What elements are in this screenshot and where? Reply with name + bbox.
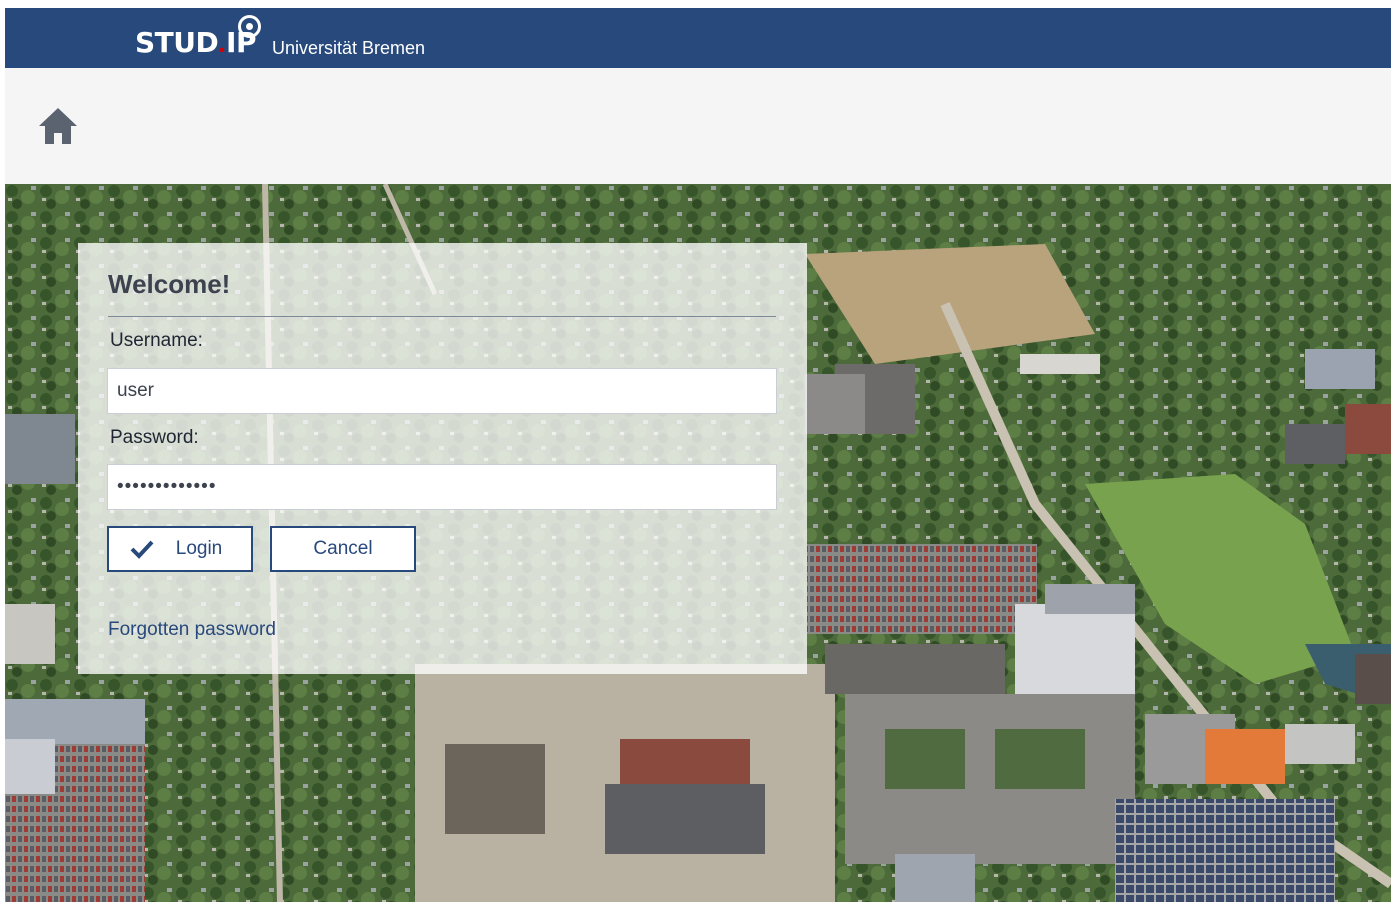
login-button-label: Login xyxy=(175,538,223,559)
login-button[interactable]: Login xyxy=(107,526,253,572)
heading-divider xyxy=(108,316,776,317)
password-input[interactable] xyxy=(107,464,777,510)
logo-ring-icon xyxy=(238,15,261,38)
navigation-bar xyxy=(5,68,1391,184)
password-label: Password: xyxy=(110,427,199,448)
home-icon[interactable] xyxy=(37,106,79,146)
cancel-button[interactable]: Cancel xyxy=(270,526,416,572)
username-label: Username: xyxy=(110,330,203,351)
username-input[interactable] xyxy=(107,368,777,414)
cancel-button-label: Cancel xyxy=(313,538,373,559)
login-panel: Welcome! Username: Password: Login Cance… xyxy=(78,243,807,674)
forgotten-password-link[interactable]: Forgotten password xyxy=(108,619,276,641)
checkmark-icon xyxy=(130,540,154,559)
page-frame: STUD. IP Universität Bremen Welcome! Use… xyxy=(5,8,1391,902)
studip-logo[interactable]: STUD. IP xyxy=(135,15,261,60)
top-bar: STUD. IP Universität Bremen xyxy=(5,8,1391,68)
logo-text-dot: . xyxy=(218,27,227,58)
welcome-heading: Welcome! xyxy=(108,269,231,299)
university-name: Universität Bremen xyxy=(272,38,426,58)
logo-text-stud: STUD xyxy=(135,26,219,59)
